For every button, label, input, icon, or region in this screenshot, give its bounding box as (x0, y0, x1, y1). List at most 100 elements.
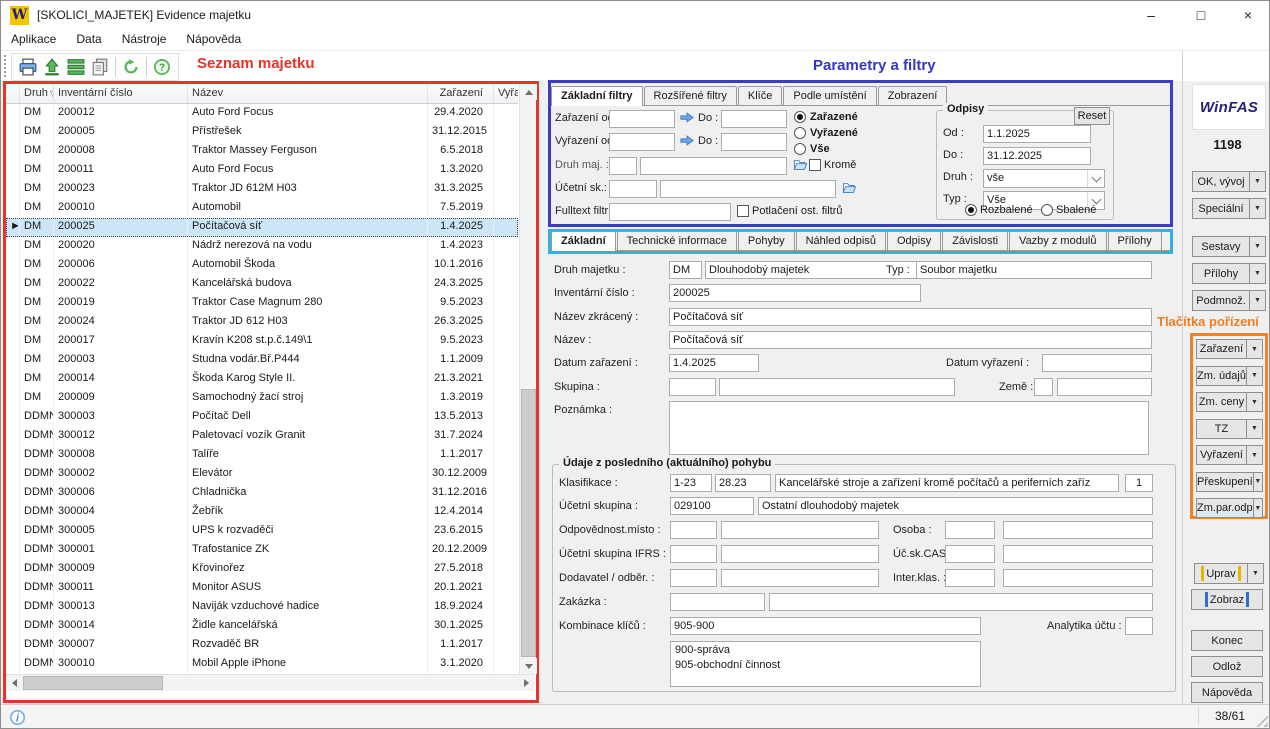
uprav-button[interactable]: Uprav ▼ (1194, 563, 1264, 584)
horizontal-scrollbar[interactable] (6, 674, 535, 691)
datum-vyrazeni-input[interactable] (1042, 354, 1152, 372)
dropdown-arrow-icon[interactable]: ▼ (1247, 339, 1263, 359)
odpovednost-code-input[interactable] (670, 521, 717, 539)
button-odlož[interactable]: Odlož (1191, 656, 1263, 677)
table-row[interactable]: DM200006Automobil Škoda10.1.2016 (6, 256, 518, 275)
table-row[interactable]: DM200017Kravín K208 st.p.č.149\19.5.2023 (6, 332, 518, 351)
table-row[interactable]: DDMN300004Žebřík12.4.2014 (6, 503, 518, 522)
filter-tab-rozšířené-filtry[interactable]: Rozšířené filtry (644, 86, 737, 105)
filter-tab-podle-umístění[interactable]: Podle umístění (783, 86, 876, 105)
table-row[interactable]: DM200019Traktor Case Magnum 2809.5.2023 (6, 294, 518, 313)
ucetni-sk-name-input[interactable] (660, 180, 836, 198)
table-row[interactable]: DDMN300014Židle kancelářská30.1.2025 (6, 617, 518, 636)
state-radio-vse[interactable]: Vše (794, 142, 830, 156)
fulltext-input[interactable] (609, 203, 731, 221)
datum-zarazeni-input[interactable]: 1.4.2025 (669, 354, 759, 372)
cas-name-input[interactable] (1003, 545, 1153, 563)
krome-checkbox[interactable]: Kromě (809, 158, 856, 172)
button-konec[interactable]: Konec (1191, 630, 1263, 651)
scroll-right-icon[interactable] (518, 675, 535, 691)
ifrs-name-input[interactable] (721, 545, 879, 563)
detail-tab-náhled-odpisů[interactable]: Náhled odpisů (796, 231, 886, 250)
nazev-input[interactable]: Počítačová síť (669, 331, 1152, 349)
menu-item-nástroje[interactable]: Nástroje (112, 29, 177, 49)
folder-open-icon[interactable] (791, 157, 809, 173)
button-vyřazení[interactable]: Vyřazení▼ (1196, 445, 1263, 465)
zakazka-code-input[interactable] (670, 593, 765, 611)
detail-tab-odpisy[interactable]: Odpisy (887, 231, 941, 250)
cas-code-input[interactable] (945, 545, 995, 563)
vertical-scroll-thumb[interactable] (521, 389, 536, 657)
table-row[interactable]: DDMN300003Počítač Dell13.5.2013 (6, 408, 518, 427)
dodavatel-code-input[interactable] (670, 569, 717, 587)
rozbalene-radio[interactable]: Rozbalené (965, 203, 1033, 217)
dropdown-arrow-icon[interactable]: ▼ (1247, 392, 1263, 412)
zakazka-name-input[interactable] (769, 593, 1153, 611)
table-row[interactable]: ►DM200025Počítačová síť1.4.2025 (6, 218, 518, 237)
table-row[interactable]: DDMN300008Talíře1.1.2017 (6, 446, 518, 465)
reset-button[interactable]: Reset (1074, 107, 1110, 125)
interklas-code-input[interactable] (945, 569, 995, 587)
column-header-zar[interactable]: Zařazení (428, 84, 494, 103)
detail-tab-základní[interactable]: Základní (551, 231, 616, 251)
button-ok-vývoj[interactable]: OK, vývoj▼ (1192, 171, 1266, 192)
minimize-button[interactable]: – (1129, 1, 1173, 29)
table-row[interactable]: DDMN300012Paletovací vozík Granit31.7.20… (6, 427, 518, 446)
menu-item-nápověda[interactable]: Nápověda (176, 29, 251, 49)
detail-tab-závislosti[interactable]: Závislosti (942, 231, 1008, 250)
dropdown-arrow-icon[interactable]: ▼ (1250, 198, 1266, 219)
toolbar-grip[interactable] (4, 55, 6, 77)
column-header-vyr[interactable]: Vyřaz (494, 84, 518, 103)
refresh-icon[interactable] (119, 55, 143, 79)
dropdown-arrow-icon[interactable]: ▼ (1250, 236, 1266, 257)
menu-item-data[interactable]: Data (66, 29, 111, 49)
table-row[interactable]: DM200012Auto Ford Focus29.4.2020 (6, 104, 518, 123)
klasifikace-2-input[interactable]: 28.23 (715, 474, 771, 492)
table-row[interactable]: DDMN300009Křovinořez27.5.2018 (6, 560, 518, 579)
table-row[interactable]: DDMN300005UPS k rozvaděči23.6.2015 (6, 522, 518, 541)
detail-tab-vazby-z-modulů[interactable]: Vazby z modulů (1009, 231, 1106, 250)
scroll-down-icon[interactable] (520, 658, 537, 674)
poznamka-textarea[interactable] (669, 401, 1149, 455)
button-tz[interactable]: TZ▼ (1196, 419, 1263, 439)
column-header-druh[interactable]: Druh▽ (20, 84, 54, 103)
odpisy-do-input[interactable]: 31.12.2025 (983, 147, 1091, 165)
zobraz-button[interactable]: Zobraz (1191, 589, 1263, 610)
skupina-code-input[interactable] (669, 378, 716, 396)
osoba-name-input[interactable] (1003, 521, 1153, 539)
table-row[interactable]: DM200005Přístřešek31.12.2015 (6, 123, 518, 142)
detail-tab-pohyby[interactable]: Pohyby (738, 231, 795, 250)
folder-open-icon[interactable] (840, 180, 858, 196)
help-icon[interactable]: ? (150, 55, 174, 79)
table-row[interactable]: DDMN300001Trafostanice ZK20.12.2009 (6, 541, 518, 560)
button-zm-ceny[interactable]: Zm. ceny▼ (1196, 392, 1263, 412)
detail-tab-přílohy[interactable]: Přílohy (1108, 231, 1162, 250)
dropdown-arrow-icon[interactable]: ▼ (1254, 472, 1263, 492)
table-row[interactable]: DDMN300007Rozvaděč BR1.1.2017 (6, 636, 518, 655)
klasifikace-n-input[interactable]: 1 (1125, 474, 1153, 492)
state-radio-zarazene[interactable]: Zařazené (794, 110, 858, 124)
button-přílohy[interactable]: Přílohy▼ (1192, 263, 1266, 284)
scroll-up-icon[interactable] (520, 84, 537, 100)
button-zm-údajů[interactable]: Zm. údajů▼ (1196, 366, 1263, 386)
column-header-nazev[interactable]: Název (188, 84, 428, 103)
button-přeskupení[interactable]: Přeskupení▼ (1196, 472, 1263, 492)
column-header-inv[interactable]: Inventární číslo (54, 84, 188, 103)
dodavatel-name-input[interactable] (721, 569, 879, 587)
dropdown-arrow-icon[interactable]: ▼ (1250, 263, 1266, 284)
table-row[interactable]: DM200010Automobil7.5.2019 (6, 199, 518, 218)
button-sestavy[interactable]: Sestavy▼ (1192, 236, 1266, 257)
dropdown-arrow-icon[interactable]: ▼ (1250, 171, 1266, 192)
zeme-code-input[interactable] (1034, 378, 1053, 396)
odpovednost-name-input[interactable] (721, 521, 879, 539)
sbalene-radio[interactable]: Sbalené (1041, 203, 1096, 217)
vyrazeni-od-input[interactable] (609, 133, 675, 151)
odpisy-od-input[interactable]: 1.1.2025 (983, 125, 1091, 143)
list-icon[interactable] (64, 55, 88, 79)
table-row[interactable]: DM200011Auto Ford Focus1.3.2020 (6, 161, 518, 180)
potlaceni-checkbox[interactable]: Potlačení ost. filtrů (737, 204, 843, 218)
copy-icon[interactable] (88, 55, 112, 79)
table-row[interactable]: DM200020Nádrž nerezová na vodu1.4.2023 (6, 237, 518, 256)
detail-tab-technické-informace[interactable]: Technické informace (617, 231, 737, 250)
zarazeni-do-input[interactable] (721, 110, 787, 128)
